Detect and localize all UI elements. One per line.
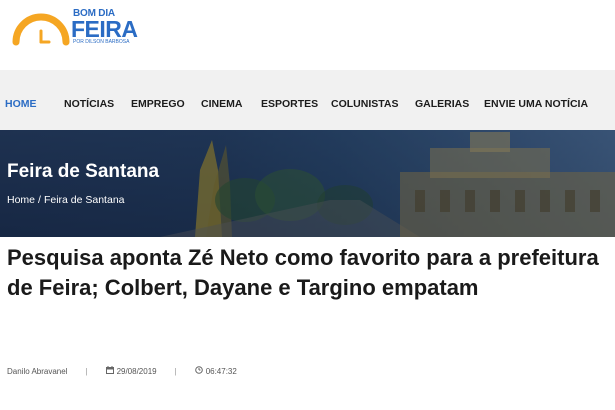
nav-item-colunistas[interactable]: COLUNISTAS <box>331 98 398 110</box>
site-header: BOM DIA FEIRA POR DILSON BARBOSA <box>0 0 615 70</box>
nav-item-envie-uma-noticia[interactable]: ENVIE UMA NOTÍCIA <box>484 98 588 110</box>
nav-item-home[interactable]: HOME <box>5 98 37 110</box>
category-banner <box>0 130 615 237</box>
article-meta: Danilo Abravanel | 29/08/2019 | 06:47:32 <box>7 366 237 376</box>
clock-sun-logo-icon <box>12 13 70 46</box>
breadcrumb-current: Feira de Santana <box>43 194 125 206</box>
main-nav: HOME NOTÍCIAS EMPREGO CINEMA ESPORTES CO… <box>0 70 615 130</box>
clock-icon <box>194 366 203 376</box>
article-title: Pesquisa aponta Zé Neto como favorito pa… <box>7 245 599 300</box>
nav-item-esportes[interactable]: ESPORTES <box>261 98 318 110</box>
breadcrumb: Home / Feira de Santana <box>7 194 125 206</box>
nav-item-emprego[interactable]: EMPREGO <box>131 98 185 110</box>
breadcrumb-separator: / <box>38 194 41 206</box>
logo-tagline: POR DILSON BARBOSA <box>73 39 130 45</box>
nav-item-noticias[interactable]: NOTÍCIAS <box>64 98 114 110</box>
category-title: Feira de Santana <box>7 161 160 182</box>
breadcrumb-home-link[interactable]: Home <box>7 194 35 206</box>
article-time: 06:47:32 <box>205 366 237 376</box>
meta-separator: | <box>85 366 88 376</box>
logo-line2: FEIRA <box>71 16 138 42</box>
city-photo-background <box>0 130 615 237</box>
nav-item-galerias[interactable]: GALERIAS <box>415 98 469 110</box>
nav-item-cinema[interactable]: CINEMA <box>201 98 242 110</box>
article-date: 29/08/2019 <box>116 366 157 376</box>
site-logo[interactable]: BOM DIA FEIRA POR DILSON BARBOSA <box>10 8 138 48</box>
calendar-icon <box>105 366 114 376</box>
meta-separator: | <box>174 366 177 376</box>
article-author[interactable]: Danilo Abravanel <box>7 367 67 376</box>
